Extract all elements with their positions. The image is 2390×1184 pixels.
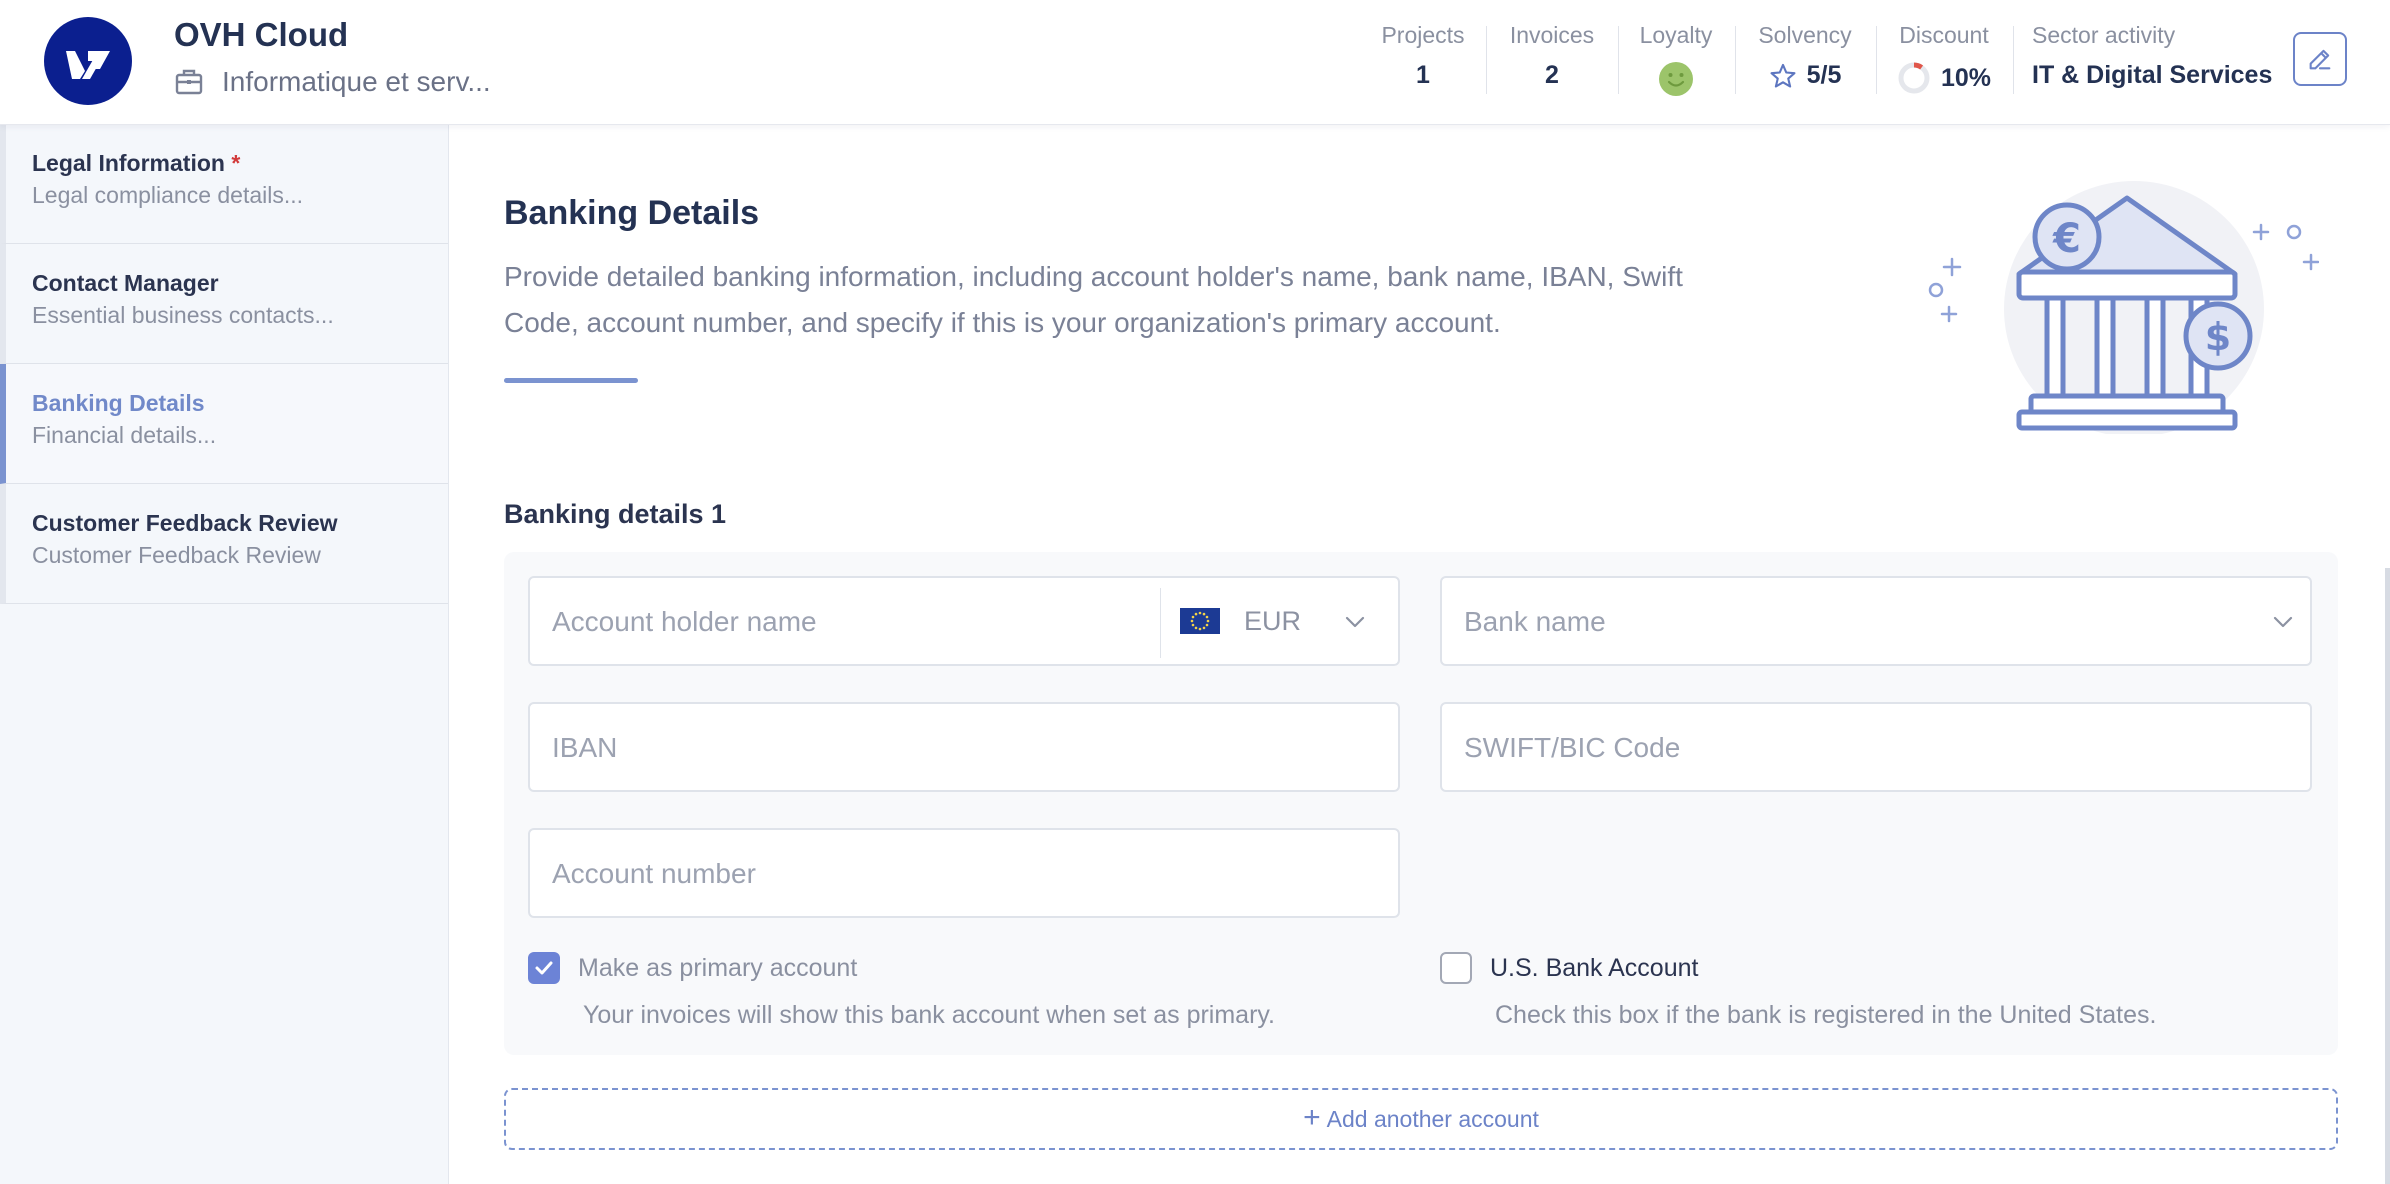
- stat-projects-value: 1: [1416, 61, 1430, 89]
- edit-pencil-icon: [2309, 49, 2331, 70]
- briefcase-icon: [175, 69, 203, 95]
- bank-name-select[interactable]: [1440, 576, 2312, 666]
- stat-projects: Projects 1: [1378, 22, 1468, 90]
- add-account-label: Add another account: [1326, 1105, 1539, 1132]
- sidebar-item-subtitle: Legal compliance details...: [32, 182, 304, 208]
- company-sector-label: Informatique et serv...: [222, 66, 491, 97]
- primary-account-option: Make as primary account: [528, 952, 857, 984]
- stat-loyalty-label: Loyalty: [1639, 22, 1713, 48]
- ovh-logo-icon: [44, 17, 132, 105]
- stat-invoices-label: Invoices: [1509, 22, 1595, 48]
- sidebar-item-subtitle: Customer Feedback Review: [32, 542, 321, 568]
- stat-invoices: Invoices 2: [1504, 22, 1600, 90]
- account-number-field: [528, 828, 1400, 918]
- iban-field: [528, 702, 1400, 792]
- svg-text:$: $: [2205, 315, 2231, 359]
- page-title: Banking Details: [504, 194, 760, 232]
- smiley-icon: [1659, 62, 1693, 96]
- swift-input[interactable]: [1462, 704, 2286, 792]
- divider: [1735, 26, 1736, 94]
- bank-name-input[interactable]: [1462, 578, 2246, 666]
- divider: [1486, 26, 1487, 94]
- currency-select[interactable]: EUR: [1180, 578, 1400, 664]
- divider: [2013, 26, 2014, 94]
- us-bank-label: U.S. Bank Account: [1490, 954, 1699, 982]
- currency-value: EUR: [1244, 605, 1302, 636]
- stat-solvency: Solvency 5/5: [1752, 22, 1858, 90]
- sidebar-item-customer-feedback[interactable]: Customer Feedback Review Customer Feedba…: [0, 484, 448, 604]
- primary-account-checkbox[interactable]: [528, 952, 560, 984]
- checkmark-icon: [535, 961, 553, 975]
- divider: [1618, 26, 1619, 94]
- add-account-button[interactable]: + Add another account: [504, 1088, 2338, 1150]
- scrollbar[interactable]: [2385, 568, 2390, 1184]
- account-number-input[interactable]: [550, 830, 1374, 918]
- stat-invoices-value: 2: [1545, 61, 1559, 89]
- svg-text:€: €: [2052, 216, 2081, 262]
- stat-sector-label: Sector activity: [2032, 22, 2176, 48]
- stat-sector-value: IT & Digital Services: [2032, 61, 2273, 89]
- company-name: OVH Cloud: [174, 16, 349, 53]
- sidebar-item-subtitle: Essential business contacts...: [32, 302, 334, 328]
- star-icon: [1770, 63, 1796, 88]
- iban-input[interactable]: [550, 704, 1374, 792]
- sidebar-item-contact-manager[interactable]: Contact Manager Essential business conta…: [0, 244, 448, 364]
- discount-ring-icon: [1898, 62, 1930, 94]
- account-holder-input[interactable]: [550, 578, 1144, 666]
- stat-solvency-label: Solvency: [1758, 22, 1852, 48]
- edit-button[interactable]: [2293, 32, 2347, 86]
- required-mark: *: [231, 150, 241, 176]
- eu-flag-icon: [1180, 608, 1220, 634]
- sidebar: Legal Information * Legal compliance det…: [0, 124, 449, 1184]
- plus-icon: +: [1303, 1100, 1321, 1134]
- sidebar-item-title: Banking Details: [32, 390, 205, 416]
- stat-solvency-value: 5/5: [1806, 61, 1842, 89]
- page-description: Provide detailed banking information, in…: [504, 261, 1683, 338]
- stat-discount: Discount 10%: [1892, 22, 1996, 95]
- us-bank-option: U.S. Bank Account: [1440, 952, 1698, 984]
- sidebar-item-title: Contact Manager: [32, 270, 219, 296]
- divider: [1160, 588, 1161, 658]
- sidebar-item-legal-information[interactable]: Legal Information * Legal compliance det…: [0, 124, 448, 244]
- divider: [1876, 26, 1877, 94]
- stat-sector: Sector activity IT & Digital Services: [2032, 22, 2272, 90]
- sidebar-item-banking-details[interactable]: Banking Details Financial details...: [0, 364, 448, 484]
- company-sector: Informatique et serv...: [174, 66, 491, 98]
- stat-discount-value: 10%: [1940, 63, 1992, 92]
- stat-loyalty: Loyalty: [1636, 22, 1716, 97]
- chevron-down-icon[interactable]: [2272, 612, 2294, 632]
- top-header: OVH Cloud Informatique et serv... Projec…: [0, 0, 2390, 125]
- stat-projects-label: Projects: [1381, 22, 1465, 48]
- chevron-down-icon[interactable]: [1344, 612, 1366, 632]
- primary-account-help: Your invoices will show this bank accoun…: [583, 1001, 1275, 1029]
- banking-form-panel: EUR: [504, 552, 2338, 1055]
- sidebar-item-title: Customer Feedback Review: [32, 510, 338, 536]
- us-bank-checkbox[interactable]: [1440, 952, 1472, 984]
- stat-discount-label: Discount: [1899, 22, 1989, 48]
- sidebar-item-title: Legal Information: [32, 150, 225, 176]
- account-holder-field: EUR: [528, 576, 1400, 666]
- section-title: Banking details 1: [504, 499, 727, 529]
- swift-field: [1440, 702, 2312, 792]
- bank-illustration: € $: [1928, 181, 2319, 434]
- us-bank-help: Check this box if the bank is registered…: [1495, 1001, 2157, 1029]
- main-content: Banking Details Provide detailed banking…: [449, 124, 2390, 1184]
- primary-account-label: Make as primary account: [578, 954, 858, 982]
- title-underline: [504, 378, 638, 383]
- sidebar-item-subtitle: Financial details...: [32, 422, 217, 448]
